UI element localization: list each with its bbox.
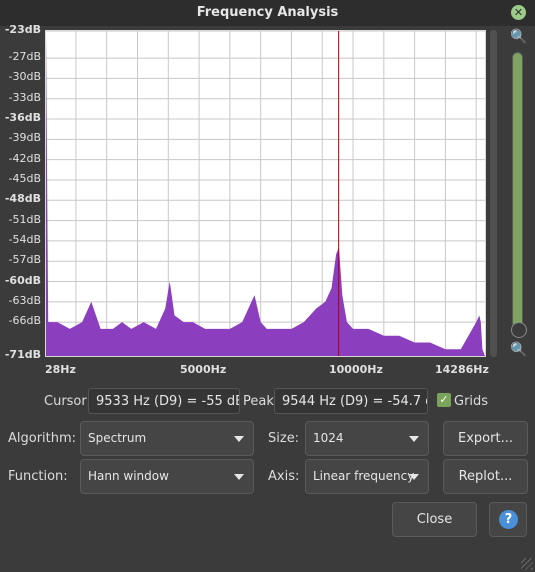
- title-bar: Frequency Analysis ✕: [0, 0, 535, 26]
- replot-button[interactable]: Replot...: [443, 459, 528, 494]
- function-value: Hann window: [88, 469, 169, 483]
- size-value: 1024: [313, 431, 344, 445]
- chevron-down-icon: [409, 474, 419, 480]
- function-label: Function:: [8, 469, 68, 484]
- y-tick-label: -33dB: [8, 90, 42, 104]
- grids-label: Grids: [454, 394, 489, 409]
- resize-grip-icon[interactable]: [521, 558, 533, 570]
- help-icon: ?: [499, 510, 518, 529]
- y-tick-label: -66dB: [8, 314, 42, 328]
- window-title: Frequency Analysis: [196, 5, 339, 20]
- algorithm-label: Algorithm:: [8, 431, 77, 446]
- y-tick-label: -39dB: [8, 131, 42, 145]
- chevron-down-icon: [409, 436, 419, 442]
- y-tick-label: -51dB: [8, 212, 42, 226]
- function-select[interactable]: Hann window: [80, 459, 254, 494]
- x-tick-label: 5000Hz: [180, 363, 227, 376]
- y-tick-label: -71dB: [4, 348, 41, 361]
- chevron-down-icon: [234, 474, 244, 480]
- spectrum-area: [46, 31, 485, 356]
- spectrum-svg: [46, 31, 485, 356]
- cursor-value-field: 9533 Hz (D9) = -55 dB: [88, 388, 240, 414]
- y-tick-label: -36dB: [4, 111, 41, 125]
- size-select[interactable]: 1024: [305, 421, 429, 456]
- algorithm-select[interactable]: Spectrum: [80, 421, 254, 456]
- plot-scrollbar[interactable]: [490, 30, 497, 357]
- peak-label: Peak:: [243, 394, 279, 409]
- y-tick-label: -63dB: [8, 293, 42, 307]
- axis-select[interactable]: Linear frequency: [305, 459, 429, 494]
- peak-value-field: 9544 Hz (D9) = -54.7 d: [274, 388, 428, 414]
- y-tick-label: -30dB: [8, 70, 42, 84]
- vertical-zoom-slider[interactable]: [512, 52, 523, 328]
- help-button[interactable]: ?: [489, 502, 527, 537]
- x-tick-label: 28Hz: [45, 363, 76, 376]
- cursor-label: Cursor:: [44, 394, 91, 409]
- y-tick-label: -27dB: [8, 50, 42, 64]
- axis-label: Axis:: [268, 469, 300, 484]
- zoom-in-icon[interactable]: 🔍: [510, 29, 527, 45]
- y-tick-label: -23dB: [4, 23, 41, 36]
- x-tick-label: 10000Hz: [329, 363, 383, 376]
- y-tick-label: -54dB: [8, 232, 42, 246]
- y-tick-label: -42dB: [8, 151, 42, 165]
- y-tick-label: -57dB: [8, 253, 42, 267]
- window-close-icon[interactable]: ✕: [511, 5, 526, 20]
- zoom-out-icon[interactable]: 🔍: [510, 342, 527, 358]
- size-label: Size:: [268, 431, 300, 446]
- close-button[interactable]: Close: [392, 502, 477, 537]
- export-button[interactable]: Export...: [443, 421, 528, 456]
- y-tick-label: -48dB: [4, 192, 41, 206]
- slider-knob[interactable]: [511, 322, 527, 338]
- y-tick-label: -60dB: [4, 273, 41, 287]
- spectrum-plot[interactable]: [45, 30, 486, 357]
- axis-value: Linear frequency: [313, 469, 415, 483]
- x-tick-label: 14286Hz: [435, 363, 489, 376]
- grids-checkbox[interactable]: ✓: [437, 393, 451, 407]
- y-tick-label: -45dB: [8, 171, 42, 185]
- chevron-down-icon: [234, 436, 244, 442]
- algorithm-value: Spectrum: [88, 431, 147, 445]
